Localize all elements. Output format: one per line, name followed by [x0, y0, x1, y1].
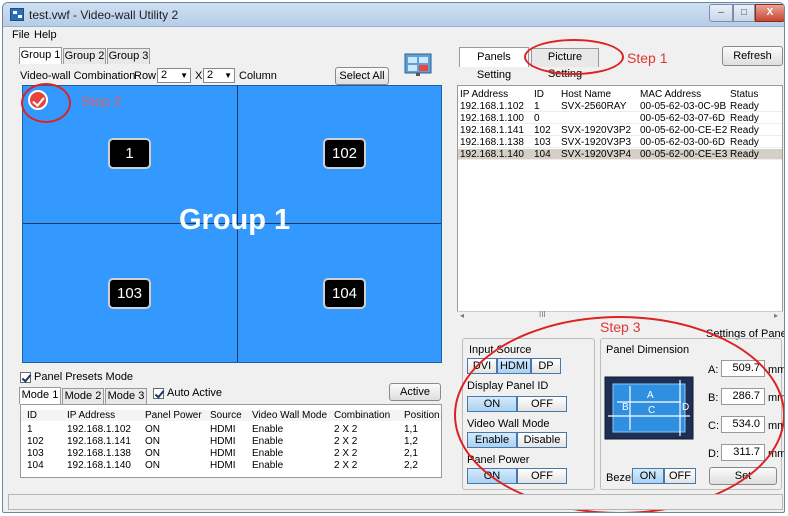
list-item-selected[interactable]: 192.168.1.140 104 SVX-1920V3P4 00-05-62-… — [458, 149, 782, 160]
column-header: MAC Address — [640, 89, 702, 100]
column-header: IP Address — [67, 410, 116, 421]
scroll-thumb[interactable]: III — [539, 310, 546, 319]
panel-badge-102[interactable]: 102 — [323, 138, 366, 169]
auto-active-checkbox[interactable] — [153, 388, 164, 399]
chevron-down-icon: ▼ — [224, 71, 232, 80]
tab-group-2[interactable]: Group 2 — [63, 48, 106, 64]
video-wall-icon — [403, 51, 433, 77]
menu-bar: File Help — [3, 27, 784, 45]
column-header: Panel Power — [145, 410, 202, 421]
tab-mode-2[interactable]: Mode 2 — [62, 388, 104, 404]
close-button[interactable]: X — [755, 4, 784, 22]
tab-group-1[interactable]: Group 1 — [19, 47, 62, 64]
list-item[interactable]: 192.168.1.102 1 SVX-2560RAY 00-05-62-03-… — [458, 101, 782, 112]
select-all-button[interactable]: Select All — [335, 67, 389, 85]
panels-list: IP Address ID Host Name MAC Address Stat… — [457, 85, 783, 319]
list-item[interactable]: 192.168.1.100 0 00-05-62-03-07-6D Ready — [458, 113, 782, 124]
panel-badge-1[interactable]: 1 — [108, 138, 151, 169]
column-header: ID — [27, 410, 37, 421]
title-bar: test.vwf - Video-wall Utility 2 – □ X — [3, 3, 784, 27]
refresh-button[interactable]: Refresh — [722, 46, 783, 66]
column-header: Position — [404, 410, 440, 421]
step-2-label: Step 2 — [81, 93, 122, 109]
auto-active-label: Auto Active — [167, 387, 223, 399]
step-1-label: Step 1 — [627, 50, 668, 66]
list-item[interactable]: 192.168.1.138 103 SVX-1920V3P3 00-05-62-… — [458, 137, 782, 148]
column-select[interactable]: 2 ▼ — [203, 68, 235, 83]
combination-label: Video-wall Combination — [20, 70, 136, 82]
video-wall-canvas[interactable]: 1 102 103 104 Group 1 — [22, 85, 442, 363]
scroll-left-icon[interactable]: ◂ — [460, 311, 464, 320]
row-select[interactable]: 2 ▼ — [157, 68, 191, 83]
tab-mode-1[interactable]: Mode 1 — [19, 387, 61, 404]
panel-presets-label: Panel Presets Mode — [34, 371, 134, 383]
group-label: Group 1 — [179, 204, 291, 236]
tab-mode-3[interactable]: Mode 3 — [105, 388, 147, 404]
menu-help[interactable]: Help — [34, 29, 57, 41]
annotation-circle — [524, 39, 624, 75]
minimize-button[interactable]: – — [709, 4, 733, 22]
column-header: Host Name — [561, 89, 612, 100]
column-header: IP Address — [460, 89, 509, 100]
presets-table: ID IP Address Panel Power Source Video W… — [20, 404, 442, 478]
app-icon — [10, 8, 24, 21]
column-header: ID — [534, 89, 544, 100]
panel-badge-104[interactable]: 104 — [323, 278, 366, 309]
table-row[interactable]: 103 192.168.1.138 ON HDMI Enable 2 X 2 2… — [21, 448, 441, 459]
column-header: Source — [210, 410, 242, 421]
status-bar — [8, 494, 783, 510]
list-header: IP Address ID Host Name MAC Address Stat… — [458, 89, 782, 100]
column-header: Combination — [334, 410, 391, 421]
scroll-right-icon[interactable]: ▸ — [774, 311, 778, 320]
table-header: ID IP Address Panel Power Source Video W… — [21, 410, 441, 421]
column-header: Video Wall Mode — [252, 410, 328, 421]
panel-badge-103[interactable]: 103 — [108, 278, 151, 309]
tab-panels-setting[interactable]: Panels Setting — [459, 47, 529, 81]
column-header: Status — [730, 89, 759, 100]
table-row[interactable]: 102 192.168.1.141 ON HDMI Enable 2 X 2 1… — [21, 436, 441, 447]
table-row[interactable]: 1 192.168.1.102 ON HDMI Enable 2 X 2 1,1 — [21, 424, 441, 435]
app-window: test.vwf - Video-wall Utility 2 – □ X Fi… — [2, 2, 785, 513]
annotation-circle — [454, 316, 784, 512]
annotation-circle — [21, 83, 71, 123]
chevron-down-icon: ▼ — [180, 71, 188, 80]
maximize-button[interactable]: □ — [733, 4, 755, 22]
panel-presets-checkbox[interactable] — [20, 372, 31, 383]
x-label: X — [195, 70, 203, 82]
active-button[interactable]: Active — [389, 383, 441, 401]
table-row[interactable]: 104 192.168.1.140 ON HDMI Enable 2 X 2 2… — [21, 460, 441, 471]
column-label: Column — [239, 70, 277, 82]
window-title: test.vwf - Video-wall Utility 2 — [29, 8, 179, 22]
menu-file[interactable]: File — [12, 29, 30, 41]
tab-group-3[interactable]: Group 3 — [107, 48, 150, 64]
list-item[interactable]: 192.168.1.141 102 SVX-1920V3P2 00-05-62-… — [458, 125, 782, 136]
row-label: Row — [134, 70, 157, 82]
